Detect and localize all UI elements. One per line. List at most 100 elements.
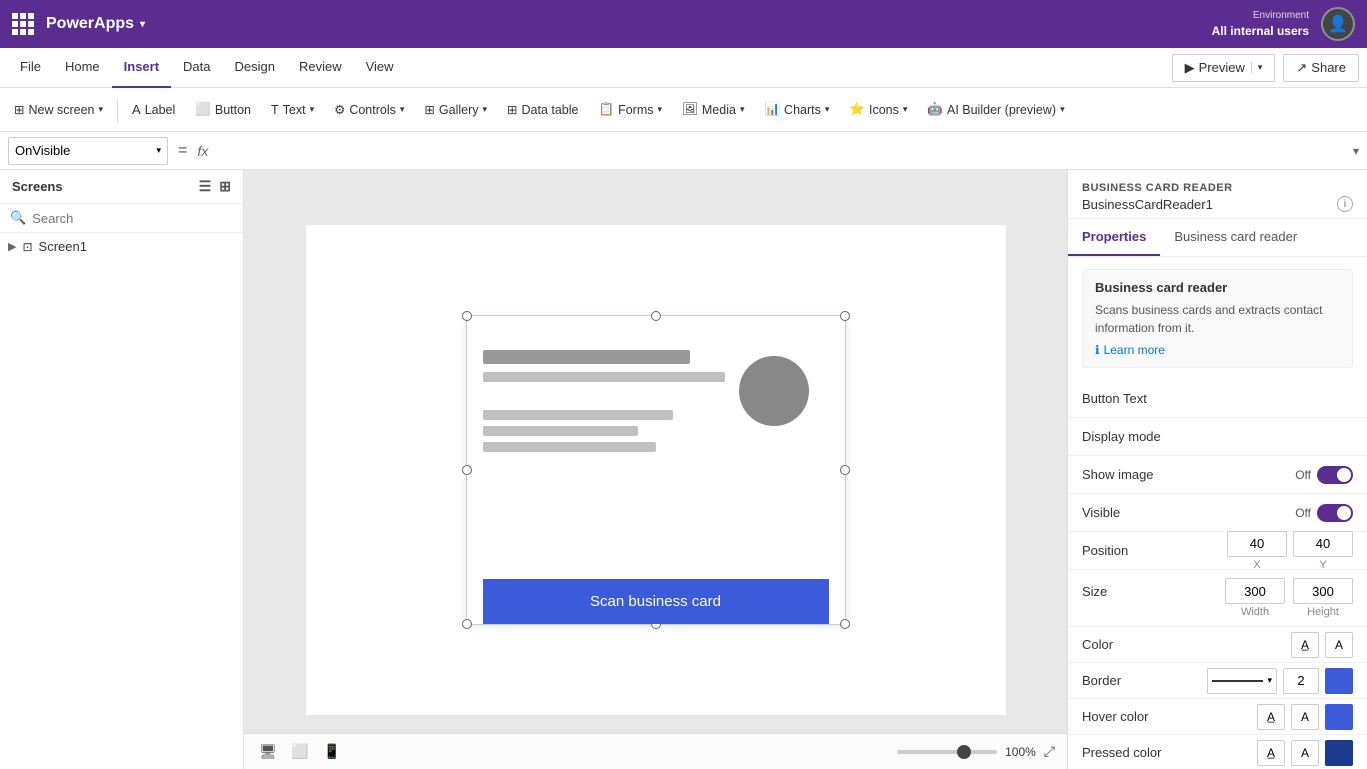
label-button[interactable]: A Label: [124, 94, 183, 126]
property-select[interactable]: OnVisible ▾: [8, 137, 168, 165]
bc-widget[interactable]: Scan business card: [466, 315, 846, 625]
pos-y-input[interactable]: [1293, 531, 1353, 557]
plus-icon: ⊞: [14, 102, 24, 117]
media-button[interactable]: 🖼 Media ▾: [674, 94, 752, 126]
prop-pressed-color: Pressed color A̲ A: [1068, 735, 1367, 769]
bc-line-short: [483, 410, 673, 420]
position-inputs: X Y: [1187, 531, 1353, 571]
desktop-view-icon[interactable]: 🖥: [256, 740, 280, 764]
right-panel: BUSINESS CARD READER BusinessCardReader1…: [1067, 170, 1367, 769]
fullscreen-icon[interactable]: ⤢: [1044, 743, 1055, 760]
color-label: Color: [1082, 637, 1187, 652]
controls-chevron-icon: ▾: [400, 104, 405, 115]
show-image-off-text: Off: [1295, 468, 1311, 482]
menu-insert[interactable]: Insert: [112, 48, 171, 88]
pressed-fill-icon[interactable]: A̲: [1257, 740, 1285, 766]
controls-button[interactable]: ⚙ Controls ▾: [326, 94, 412, 126]
visible-toggle[interactable]: [1317, 504, 1353, 522]
prop-show-image: Show image Off: [1068, 456, 1367, 494]
y-axis-label: Y: [1319, 559, 1326, 571]
left-panel: Screens ☰ ⊞ 🔍 ▶ ⊡ Screen1: [0, 170, 244, 769]
tablet-view-icon[interactable]: ⬜: [288, 740, 312, 764]
color-fill-icon[interactable]: A̲: [1291, 632, 1319, 658]
show-image-toggle[interactable]: [1317, 466, 1353, 484]
hover-color-swatch[interactable]: [1325, 704, 1353, 730]
waffle-icon[interactable]: [12, 13, 34, 35]
canvas-area: Scan business card 🖥 ⬜ 📱 100% ⤢: [244, 170, 1067, 769]
scan-business-card-button[interactable]: Scan business card: [483, 579, 829, 624]
rp-tooltip: Business card reader Scans business card…: [1082, 269, 1353, 368]
new-screen-button[interactable]: ⊞ New screen ▾: [6, 94, 111, 126]
menu-review[interactable]: Review: [287, 48, 354, 88]
formula-input[interactable]: [214, 137, 1347, 165]
canvas-bottom-bar: 🖥 ⬜ 📱 100% ⤢: [244, 733, 1067, 769]
border-style-select[interactable]: ▾: [1207, 668, 1277, 694]
zoom-slider[interactable]: [897, 750, 997, 754]
bc-line-title: [483, 350, 691, 364]
preview-button[interactable]: ▶ Preview ▾: [1172, 54, 1276, 82]
border-color-swatch[interactable]: [1325, 668, 1353, 694]
pressed-color-swatch[interactable]: [1325, 740, 1353, 766]
ai-builder-button[interactable]: 🤖 AI Builder (preview) ▾: [919, 94, 1072, 126]
charts-button[interactable]: 📊 Charts ▾: [756, 94, 837, 126]
hover-fill-icon[interactable]: A̲: [1257, 704, 1285, 730]
pos-x-input[interactable]: [1227, 531, 1287, 557]
color-outline-icon[interactable]: A: [1325, 632, 1353, 658]
button-button[interactable]: ⬜ Button: [187, 94, 259, 126]
icons-chevron-icon: ▾: [903, 104, 908, 115]
forms-button[interactable]: 📋 Forms ▾: [590, 94, 670, 126]
button-text-label: Button Text: [1082, 391, 1187, 406]
pressed-color-label: Pressed color: [1082, 745, 1187, 760]
learn-more-link[interactable]: ℹ Learn more: [1095, 343, 1340, 357]
main-layout: Screens ☰ ⊞ 🔍 ▶ ⊡ Screen1: [0, 170, 1367, 769]
show-image-toggle-area: Off: [1187, 466, 1353, 484]
height-input[interactable]: [1293, 578, 1353, 604]
media-chevron-icon: ▾: [740, 104, 745, 115]
rp-component-name: BusinessCardReader1: [1082, 197, 1213, 212]
rp-component-name-row: BusinessCardReader1 i: [1082, 196, 1353, 212]
icons-button[interactable]: ⭐ Icons ▾: [841, 94, 915, 126]
text-button[interactable]: T Text ▾: [263, 94, 322, 126]
mobile-view-icon[interactable]: 📱: [320, 740, 344, 764]
visible-off-text: Off: [1295, 506, 1311, 520]
user-avatar[interactable]: 👤: [1321, 7, 1355, 41]
expand-screen-icon: ⊡: [22, 240, 32, 254]
tab-biz-card[interactable]: Business card reader: [1160, 219, 1311, 256]
size-inputs: Width Height: [1187, 578, 1353, 618]
menu-view[interactable]: View: [354, 48, 406, 88]
property-chevron-icon: ▾: [156, 145, 161, 156]
color-icons: A̲ A: [1291, 632, 1353, 658]
hover-outline-icon[interactable]: A: [1291, 704, 1319, 730]
menu-data[interactable]: Data: [171, 48, 222, 88]
data-table-button[interactable]: ⊞ Data table: [499, 94, 586, 126]
visible-label: Visible: [1082, 505, 1187, 520]
toolbar-sep-1: [117, 98, 118, 122]
search-input[interactable]: [32, 211, 233, 226]
screen1-label: Screen1: [39, 239, 87, 254]
menu-right-actions: ▶ Preview ▾ ↗ Share: [1172, 54, 1359, 82]
border-width-input[interactable]: [1283, 668, 1319, 694]
bc-line-sub: [483, 372, 725, 382]
screens-label: Screens: [12, 179, 63, 194]
prop-size: Size Width Height: [1068, 570, 1367, 627]
formula-expand-icon[interactable]: ▾: [1353, 144, 1359, 158]
pressed-outline-icon[interactable]: A: [1291, 740, 1319, 766]
share-button[interactable]: ↗ Share: [1283, 54, 1359, 82]
menu-design[interactable]: Design: [223, 48, 287, 88]
prop-color: Color A̲ A: [1068, 627, 1367, 663]
data-table-icon: ⊞: [507, 102, 517, 117]
gallery-button[interactable]: ⊞ Gallery ▾: [416, 94, 495, 126]
height-group: Height: [1293, 578, 1353, 618]
screen1-item[interactable]: ▶ ⊡ Screen1: [0, 233, 243, 260]
grid-view-icon[interactable]: ⊞: [219, 178, 231, 195]
prop-hover-color: Hover color A̲ A: [1068, 699, 1367, 735]
menu-home[interactable]: Home: [53, 48, 112, 88]
app-title[interactable]: PowerApps ▾: [46, 15, 145, 33]
tab-properties[interactable]: Properties: [1068, 219, 1160, 256]
menu-file[interactable]: File: [8, 48, 53, 88]
zoom-track: [897, 750, 997, 754]
rp-header: BUSINESS CARD READER BusinessCardReader1…: [1068, 170, 1367, 219]
info-icon[interactable]: i: [1337, 196, 1353, 212]
list-view-icon[interactable]: ☰: [199, 178, 212, 195]
width-input[interactable]: [1225, 578, 1285, 604]
